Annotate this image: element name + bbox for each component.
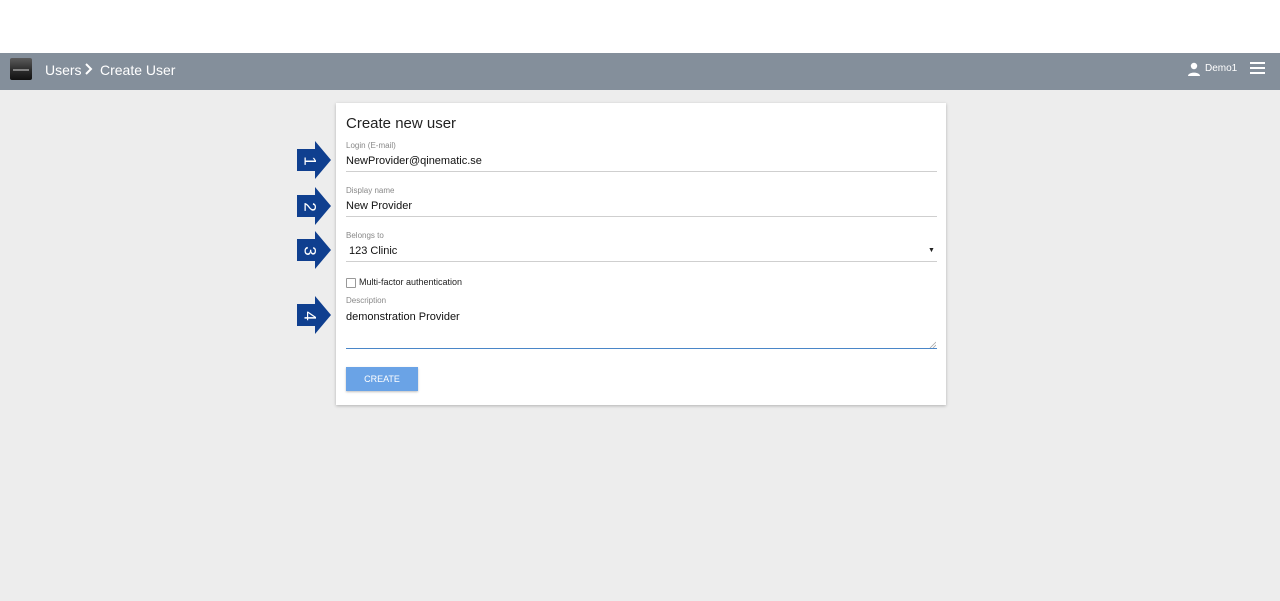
resize-grip-icon[interactable]: [929, 341, 936, 348]
login-input[interactable]: NewProvider@qinematic.se: [346, 154, 936, 168]
display-name-label: Display name: [346, 186, 395, 195]
callout-arrow-2: 2: [297, 187, 331, 225]
top-navigation-bar: Users Create User Demo1: [0, 53, 1280, 90]
dropdown-arrow-icon[interactable]: ▼: [928, 247, 935, 255]
top-whitespace: [0, 0, 1280, 53]
mfa-label[interactable]: Multi-factor authentication: [359, 277, 462, 288]
callout-arrow-3: 3: [297, 231, 331, 269]
description-underline: [346, 348, 937, 349]
display-name-input[interactable]: New Provider: [346, 199, 936, 213]
callout-number-4: 4: [301, 311, 320, 320]
breadcrumb-current: Create User: [100, 62, 176, 78]
chevron-right-icon: [85, 63, 93, 75]
callout-number-3: 3: [301, 246, 320, 255]
mfa-checkbox[interactable]: [346, 278, 356, 288]
display-name-underline: [346, 216, 937, 217]
callout-arrow-1: 1: [297, 141, 331, 179]
callout-number-1: 1: [301, 156, 320, 165]
belongs-to-underline: [346, 261, 937, 262]
create-user-card: Create new user Login (E-mail) NewProvid…: [336, 103, 946, 405]
login-underline: [346, 171, 937, 172]
callout-arrow-4: 4: [297, 296, 331, 334]
create-button[interactable]: CREATE: [346, 367, 418, 391]
user-name[interactable]: Demo1: [1205, 63, 1237, 75]
callout-number-2: 2: [301, 202, 320, 211]
belongs-to-label: Belongs to: [346, 231, 384, 240]
user-icon[interactable]: [1187, 62, 1201, 76]
hamburger-menu-icon[interactable]: [1250, 62, 1265, 75]
breadcrumb-users-link[interactable]: Users: [45, 61, 82, 79]
app-logo[interactable]: [10, 58, 32, 80]
description-label: Description: [346, 296, 387, 305]
description-textarea[interactable]: demonstration Provider: [346, 310, 936, 324]
card-title: Create new user: [346, 115, 457, 132]
login-label: Login (E-mail): [346, 141, 396, 150]
belongs-to-select[interactable]: 123 Clinic: [349, 244, 939, 258]
